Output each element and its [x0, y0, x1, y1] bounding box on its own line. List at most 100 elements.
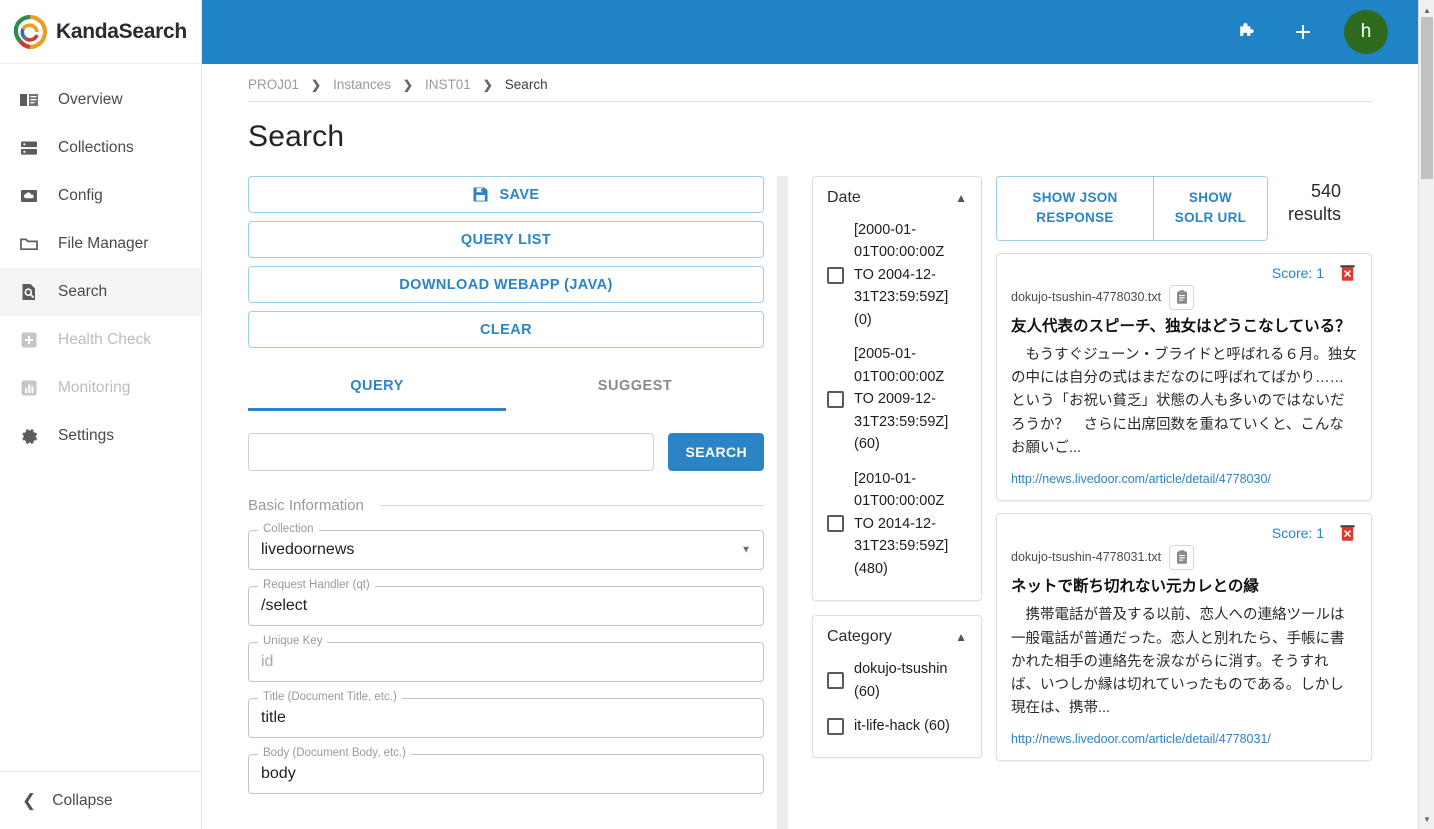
result-card: Score: 1 dokujo-tsushin-4778030.txt 友人代表… — [996, 252, 1372, 501]
title-field[interactable]: Title (Document Title, etc.) title — [248, 691, 764, 738]
basic-information-section-header: Basic Information — [248, 497, 764, 514]
unique-key-field-legend: Unique Key — [258, 635, 328, 647]
scrollbar-thumb[interactable] — [1421, 17, 1433, 179]
puzzle-icon[interactable] — [1230, 15, 1264, 49]
folder-icon — [18, 233, 40, 255]
show-json-response-button[interactable]: SHOW JSON RESPONSE — [997, 177, 1153, 240]
config-cloud-icon — [18, 185, 40, 207]
triangle-up-icon[interactable]: ▲ — [1419, 2, 1434, 18]
facet-checkbox[interactable] — [827, 672, 844, 689]
facet-card-date: Date ▲ [2000-01-01T00:00:00Z TO 2004-12-… — [812, 176, 982, 602]
result-card: Score: 1 dokujo-tsushin-4778031.txt ネットで… — [996, 512, 1372, 762]
clipboard-icon[interactable] — [1169, 284, 1195, 310]
save-disk-icon — [472, 186, 489, 203]
brand-name: KandaSearch — [56, 19, 187, 43]
panes-row: SAVE QUERY LIST DOWNLOAD WEBAPP (JAVA) C… — [248, 176, 1372, 829]
sidebar-item-config[interactable]: Config — [0, 172, 201, 220]
clipboard-icon[interactable] — [1169, 544, 1195, 570]
sidebar-item-overview[interactable]: Overview — [0, 76, 201, 124]
chevron-right-icon: ❯ — [402, 77, 413, 92]
result-score: Score: 1 — [1271, 525, 1324, 542]
chevron-down-icon[interactable]: ▼ — [741, 545, 751, 556]
facet-label: it-life-hack (60) — [854, 717, 950, 734]
query-pane-scrollbar[interactable] — [777, 176, 788, 829]
facet-row[interactable]: it-life-hack (60) — [827, 715, 967, 737]
sidebar-item-search[interactable]: Search — [0, 268, 201, 316]
sidebar-item-label: Overview — [58, 91, 123, 108]
trash-icon[interactable] — [1338, 264, 1357, 283]
main-content: PROJ01 ❯ Instances ❯ INST01 ❯ Search Sea… — [202, 64, 1418, 829]
facet-date-header[interactable]: Date ▲ — [827, 189, 967, 207]
facet-card-category: Category ▲ dokujo-tsushin (60) it-life-h… — [812, 615, 982, 759]
facet-checkbox[interactable] — [827, 266, 844, 284]
tab-query[interactable]: QUERY — [248, 366, 506, 411]
download-webapp-button-label: DOWNLOAD WEBAPP (JAVA) — [399, 276, 613, 293]
facet-row[interactable]: [2000-01-01T00:00:00Z TO 2004-12-31T23:5… — [827, 219, 967, 331]
breadcrumb-item-inst01[interactable]: INST01 — [425, 77, 471, 92]
document-search-icon — [18, 281, 40, 303]
unique-key-field[interactable]: Unique Key id — [248, 635, 764, 682]
facet-label: [2000-01-01T00:00:00Z TO 2004-12-31T23:5… — [854, 222, 949, 328]
avatar[interactable]: h — [1344, 10, 1388, 54]
bar-chart-icon — [18, 377, 40, 399]
collection-field-value: livedoornews — [261, 541, 355, 558]
page-scrollbar[interactable]: ▲ ▼ — [1418, 0, 1434, 829]
sidebar-item-collections[interactable]: Collections — [0, 124, 201, 172]
facet-date-title: Date — [827, 189, 861, 206]
facet-row[interactable]: [2005-01-01T00:00:00Z TO 2009-12-31T23:5… — [827, 343, 967, 455]
facet-checkbox[interactable] — [827, 717, 844, 735]
download-webapp-button[interactable]: DOWNLOAD WEBAPP (JAVA) — [248, 266, 764, 303]
search-button[interactable]: SEARCH — [668, 433, 764, 471]
facet-label: [2010-01-01T00:00:00Z TO 2014-12-31T23:5… — [854, 470, 949, 577]
query-list-button[interactable]: QUERY LIST — [248, 221, 764, 258]
sidebar: KandaSearch Overview Collections Config — [0, 0, 202, 829]
sidebar-item-label: Search — [58, 283, 108, 300]
brand-header[interactable]: KandaSearch — [0, 0, 201, 64]
search-row: SEARCH — [248, 433, 764, 471]
chevron-up-icon[interactable]: ▲ — [955, 191, 967, 205]
facet-checkbox[interactable] — [827, 391, 844, 409]
page-title: Search — [248, 120, 345, 153]
breadcrumb-item-instances[interactable]: Instances — [333, 77, 391, 92]
clear-button-label: CLEAR — [480, 321, 532, 338]
section-title: Basic Information — [248, 497, 364, 514]
request-handler-field-legend: Request Handler (qt) — [258, 579, 375, 591]
search-input[interactable] — [248, 433, 655, 471]
chevron-up-icon[interactable]: ▲ — [955, 630, 967, 644]
facet-label: [2005-01-01T00:00:00Z TO 2009-12-31T23:5… — [854, 346, 949, 453]
request-handler-field[interactable]: Request Handler (qt) /select — [248, 579, 764, 626]
result-title: 友人代表のスピーチ、独女はどうこなしている？ — [1011, 317, 1351, 335]
facet-row[interactable]: dokujo-tsushin (60) — [827, 658, 967, 703]
facet-checkbox[interactable] — [827, 515, 844, 533]
results-count-word: results — [1288, 203, 1342, 224]
sidebar-collapse-button[interactable]: ❮ Collapse — [0, 771, 201, 829]
sidebar-item-monitoring: Monitoring — [0, 364, 201, 412]
result-url[interactable]: http://news.livedoor.com/article/detail/… — [1011, 472, 1357, 486]
sidebar-item-settings[interactable]: Settings — [0, 412, 201, 460]
chevron-left-icon: ❮ — [22, 790, 37, 810]
results-pane: SHOW JSON RESPONSE SHOW SOLR URL 540 res… — [996, 176, 1372, 829]
breadcrumb-item-search: Search — [504, 77, 548, 92]
title-field-value: title — [261, 709, 286, 726]
plus-icon[interactable] — [1286, 15, 1320, 49]
facet-row[interactable]: [2010-01-01T00:00:00Z TO 2014-12-31T23:5… — [827, 468, 967, 580]
gear-icon — [18, 425, 40, 447]
breadcrumb: PROJ01 ❯ Instances ❯ INST01 ❯ Search — [248, 64, 1372, 102]
result-body: もうすぐジューン・ブライドと呼ばれる６月。独女の中には自分の式はまだなのに呼ばれ… — [1011, 346, 1357, 456]
result-url[interactable]: http://news.livedoor.com/article/detail/… — [1011, 732, 1357, 746]
body-field[interactable]: Body (Document Body, etc.) body — [248, 747, 764, 794]
show-solr-url-button[interactable]: SHOW SOLR URL — [1153, 177, 1267, 240]
triangle-down-icon[interactable]: ▼ — [1419, 811, 1434, 827]
facet-category-header[interactable]: Category ▲ — [827, 628, 967, 646]
trash-icon[interactable] — [1338, 524, 1357, 543]
result-card-top: Score: 1 — [1011, 264, 1357, 283]
result-file-row: dokujo-tsushin-4778031.txt — [1011, 544, 1357, 570]
result-title: ネットで断ち切れない元カレとの縁 — [1011, 577, 1259, 595]
breadcrumb-item-proj01[interactable]: PROJ01 — [248, 77, 299, 92]
save-button[interactable]: SAVE — [248, 176, 764, 213]
collection-field[interactable]: Collection livedoornews ▼ — [248, 523, 764, 570]
tab-suggest[interactable]: SUGGEST — [506, 366, 764, 411]
sidebar-item-file-manager[interactable]: File Manager — [0, 220, 201, 268]
clear-button[interactable]: CLEAR — [248, 311, 764, 348]
chevron-right-icon: ❯ — [311, 77, 322, 92]
